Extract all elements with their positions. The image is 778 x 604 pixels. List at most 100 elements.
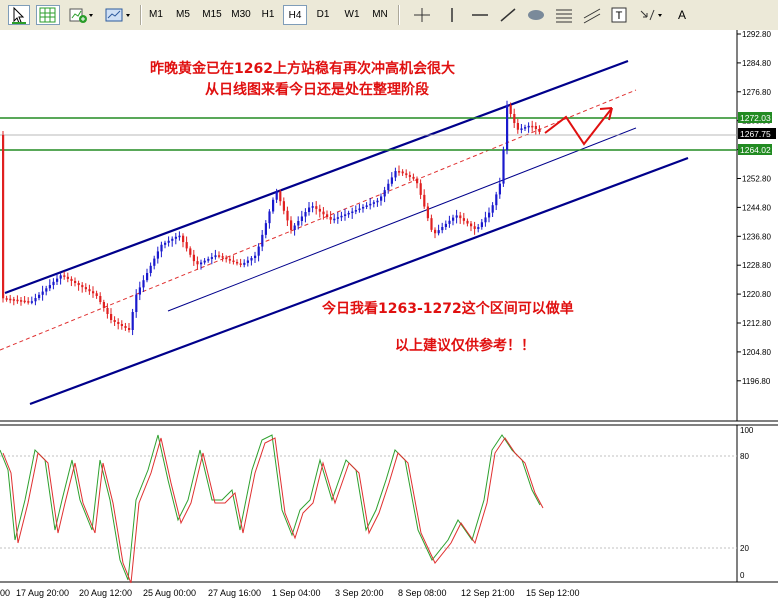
price-tick-label: 1292.80 — [742, 30, 771, 39]
price-chart[interactable]: 1292.801284.801276.801268.801260.801252.… — [0, 30, 778, 604]
candle-body — [462, 218, 465, 221]
text-label-button[interactable]: T — [608, 5, 630, 25]
svg-text:1264.02: 1264.02 — [740, 145, 771, 155]
svg-text:25 Aug 00:00: 25 Aug 00:00 — [143, 588, 196, 598]
candle-body — [268, 211, 271, 224]
candle-body — [495, 194, 498, 206]
candle-body — [92, 291, 95, 294]
toolbar-separator — [398, 5, 400, 25]
candle-body — [70, 278, 73, 281]
candle-body — [207, 258, 210, 261]
candle-body — [347, 212, 350, 215]
candle-body — [128, 328, 131, 330]
fibonacci-button[interactable] — [552, 5, 576, 25]
candle-body — [362, 206, 365, 209]
grid-icon — [39, 7, 56, 23]
crosshair-grid-button[interactable] — [36, 5, 60, 25]
candle-body — [171, 238, 174, 241]
timeframe-d1[interactable]: D1 — [311, 5, 335, 25]
price-tick-label: 1244.80 — [742, 203, 771, 212]
candle-body — [394, 171, 397, 178]
horizontal-line-button[interactable] — [468, 5, 492, 25]
candle-body — [477, 227, 480, 229]
candle-body — [318, 208, 321, 212]
candle-body — [470, 223, 473, 227]
svg-text:3 Sep 20:00: 3 Sep 20:00 — [335, 588, 384, 598]
candle-body — [243, 262, 246, 265]
candle-body — [282, 201, 285, 211]
candle-body — [300, 216, 303, 221]
timeframe-m5[interactable]: M5 — [171, 5, 195, 25]
candle-body — [426, 206, 429, 219]
add-indicator-button[interactable] — [66, 5, 96, 25]
candle-body — [261, 234, 264, 247]
candle-body — [52, 281, 55, 286]
candle-body — [488, 212, 491, 218]
candle-body — [412, 176, 415, 179]
cursor-button[interactable] — [8, 5, 30, 25]
candle-body — [498, 183, 501, 195]
candle-body — [376, 200, 379, 203]
candle-body — [275, 191, 278, 200]
price-tick-label: 1212.80 — [742, 319, 771, 328]
candle-body — [210, 257, 213, 259]
candle-body — [9, 298, 12, 301]
candle-body — [246, 260, 249, 263]
candle-body — [239, 263, 242, 265]
fibonacci-icon — [556, 9, 572, 23]
timeframe-mn[interactable]: MN — [368, 5, 392, 25]
candle-body — [254, 255, 257, 259]
arrows-icon — [640, 9, 662, 21]
arrows-button[interactable] — [636, 5, 666, 25]
candle-body — [534, 126, 537, 129]
candle-body — [369, 203, 372, 206]
channel-button[interactable] — [580, 5, 604, 25]
price-axis: 1292.801284.801276.801268.801260.801252.… — [737, 30, 771, 386]
candle-body — [524, 127, 527, 129]
timeframe-m1[interactable]: M1 — [144, 5, 168, 25]
candle-body — [448, 220, 451, 224]
candle-body — [5, 298, 8, 300]
price-tick-label: 1228.80 — [742, 261, 771, 270]
price-tag-lower: 1264.02 — [738, 144, 772, 155]
candle-body — [84, 287, 87, 290]
candle-body — [466, 220, 469, 224]
trendline-icon — [500, 8, 516, 22]
candle-body — [131, 312, 134, 330]
candle-body — [311, 206, 314, 208]
candle-body — [200, 262, 203, 265]
candle-body — [380, 196, 383, 201]
timeframe-h1[interactable]: H1 — [256, 5, 280, 25]
price-tick-label: 1236.80 — [742, 232, 771, 241]
vertical-line-icon — [451, 8, 453, 22]
candle-body — [290, 220, 293, 230]
svg-text:0: 0 — [740, 571, 745, 580]
trendline-button[interactable] — [496, 5, 520, 25]
timeframe-h4[interactable]: H4 — [283, 5, 307, 25]
chart-templates-button[interactable] — [102, 5, 134, 25]
candle-body — [506, 105, 509, 150]
horizontal-line-icon — [472, 14, 488, 16]
svg-text:1272.03: 1272.03 — [740, 113, 771, 123]
candle-body — [333, 218, 336, 221]
cursor-icon — [12, 6, 26, 24]
candle-body — [236, 261, 239, 264]
crosshair-button[interactable] — [410, 5, 434, 25]
text-tool-button[interactable]: A — [672, 5, 692, 25]
candle-body — [502, 150, 505, 184]
candle-body — [516, 123, 519, 130]
timeframe-w1[interactable]: W1 — [340, 5, 364, 25]
svg-text:15 Sep 12:00: 15 Sep 12:00 — [526, 588, 580, 598]
candle-body — [419, 183, 422, 195]
timeframe-m15[interactable]: M15 — [198, 5, 226, 25]
candle-body — [383, 190, 386, 197]
candle-body — [405, 173, 408, 176]
candle-body — [416, 178, 419, 184]
candle-body — [117, 322, 120, 324]
toolbar: M1 M5 M15 M30 H1 H4 D1 W1 MN T A — [0, 0, 778, 31]
vertical-line-button[interactable] — [440, 5, 464, 25]
candle-body — [113, 320, 116, 322]
ellipse-button[interactable] — [524, 5, 548, 25]
candle-body — [491, 205, 494, 213]
timeframe-m30[interactable]: M30 — [228, 5, 254, 25]
